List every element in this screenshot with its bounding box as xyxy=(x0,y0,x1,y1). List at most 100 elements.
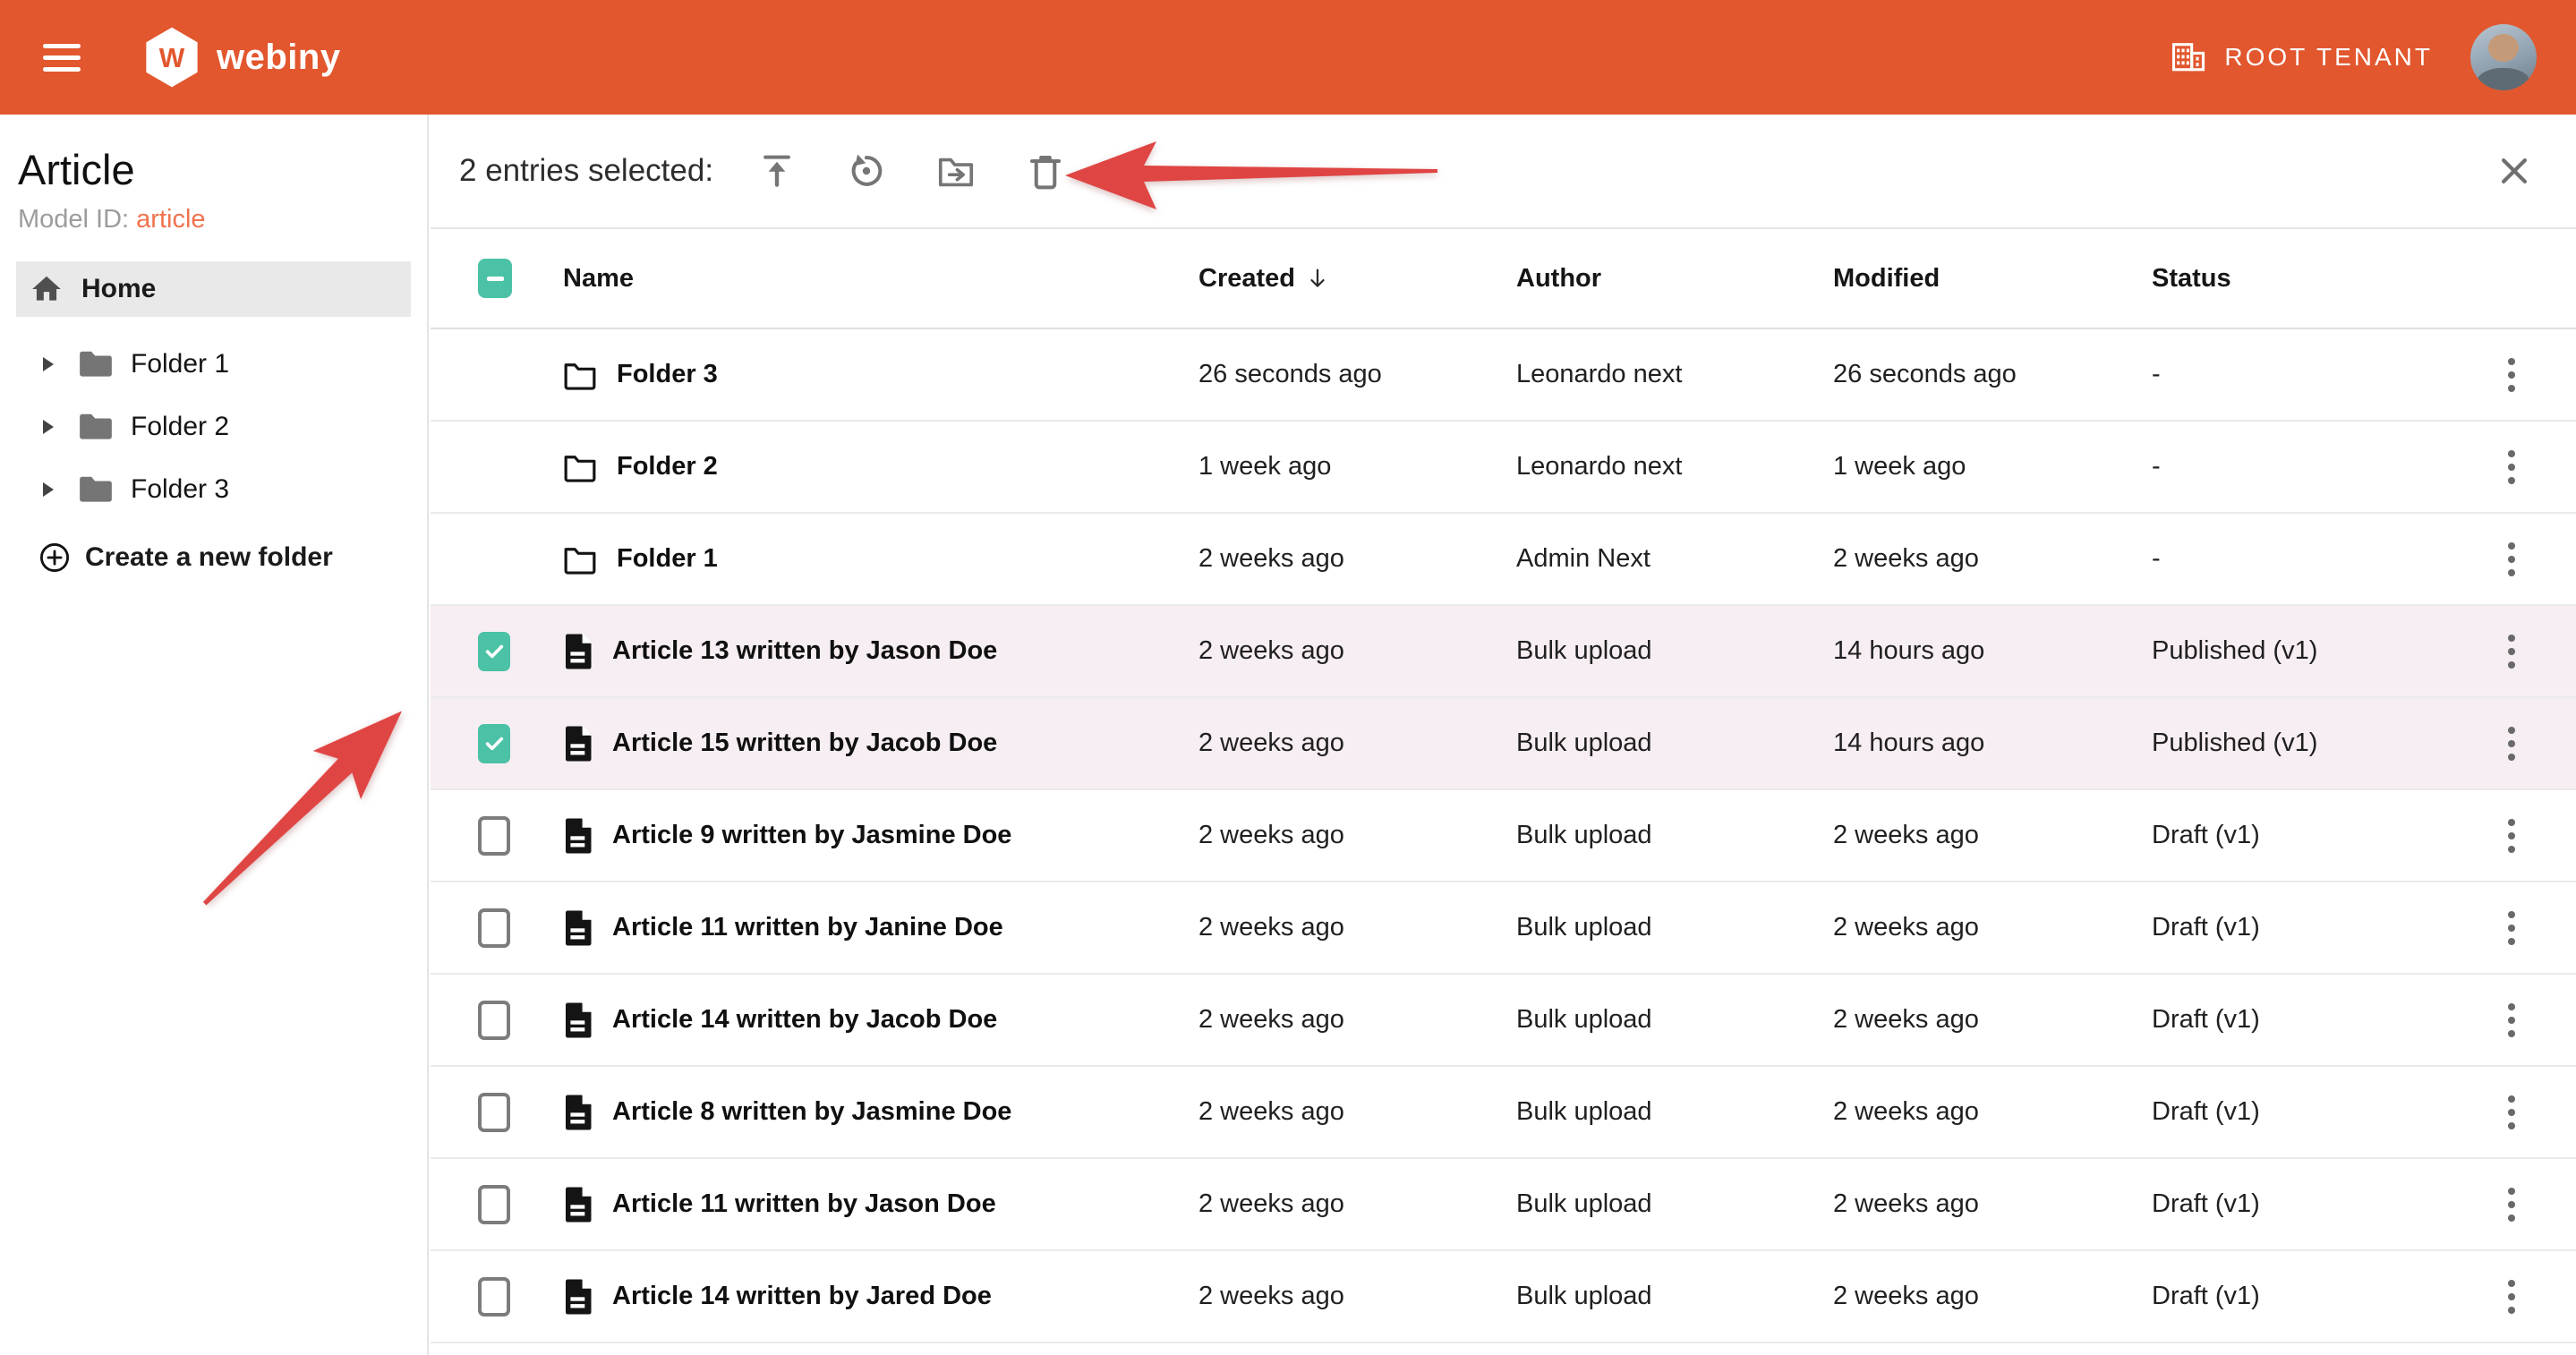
column-header-author[interactable]: Author xyxy=(1516,264,1833,294)
document-icon xyxy=(563,1278,593,1316)
sidebar-folder-item[interactable]: Folder 1 xyxy=(0,333,427,396)
sidebar-folder-item[interactable]: Folder 2 xyxy=(0,396,427,458)
row-checkbox[interactable] xyxy=(478,908,510,948)
row-name: Article 11 written by Jason Doe xyxy=(612,1189,996,1219)
cell-created: 2 weeks ago xyxy=(1198,821,1516,850)
row-checkbox[interactable] xyxy=(478,632,510,671)
cell-status: Draft (v1) xyxy=(2152,821,2447,850)
selection-count: 2 entries selected: xyxy=(459,153,713,189)
cell-status: Draft (v1) xyxy=(2152,1189,2447,1219)
plus-circle-icon xyxy=(39,542,70,573)
table-header: Name Created Author Modified Status xyxy=(431,229,2576,329)
cell-author: Leonardo next xyxy=(1516,452,1833,481)
publish-icon xyxy=(757,151,797,191)
row-menu-button[interactable] xyxy=(2501,1088,2522,1137)
row-menu-button[interactable] xyxy=(2501,351,2522,399)
sidebar-folder-item[interactable]: Folder 3 xyxy=(0,458,427,521)
row-name: Article 11 written by Janine Doe xyxy=(612,913,1003,942)
cell-status: - xyxy=(2152,360,2447,389)
move-button[interactable] xyxy=(930,145,982,197)
publish-button[interactable] xyxy=(751,145,803,197)
close-selection-button[interactable] xyxy=(2492,149,2537,193)
row-menu-button[interactable] xyxy=(2501,1180,2522,1229)
row-checkbox[interactable] xyxy=(478,1001,510,1040)
cell-modified: 14 hours ago xyxy=(1833,729,2152,758)
close-icon xyxy=(2495,152,2533,190)
table-row[interactable]: Folder 1 2 weeks ago Admin Next 2 weeks … xyxy=(431,514,2576,606)
delete-button[interactable] xyxy=(1019,145,1071,197)
home-icon xyxy=(30,272,64,306)
chevron-right-icon[interactable] xyxy=(43,357,54,371)
cell-status: Draft (v1) xyxy=(2152,913,2447,942)
cell-modified: 2 weeks ago xyxy=(1833,913,2152,942)
column-header-name[interactable]: Name xyxy=(563,264,1198,294)
row-checkbox[interactable] xyxy=(478,1277,510,1317)
row-menu-button[interactable] xyxy=(2501,627,2522,676)
row-menu-button[interactable] xyxy=(2501,443,2522,491)
table-row[interactable]: Article 9 written by Jasmine Doe 2 weeks… xyxy=(431,790,2576,882)
cell-created: 26 seconds ago xyxy=(1198,360,1516,389)
select-all-checkbox[interactable] xyxy=(478,259,512,298)
chevron-right-icon[interactable] xyxy=(43,482,54,497)
folder-icon xyxy=(77,474,115,505)
sidebar-item-home[interactable]: Home xyxy=(16,261,411,317)
webiny-logo[interactable]: W webiny xyxy=(143,26,341,89)
create-folder-button[interactable]: Create a new folder xyxy=(39,542,427,573)
cell-created: 2 weeks ago xyxy=(1198,729,1516,758)
menu-icon[interactable] xyxy=(43,44,81,72)
row-checkbox[interactable] xyxy=(478,816,510,856)
row-menu-button[interactable] xyxy=(2501,996,2522,1044)
row-name: Article 15 written by Jacob Doe xyxy=(612,729,997,758)
folder-icon xyxy=(563,544,597,575)
move-to-folder-icon xyxy=(936,151,976,191)
page-title: Article xyxy=(18,145,427,194)
column-header-created[interactable]: Created xyxy=(1198,264,1516,294)
tenant-label: ROOT TENANT xyxy=(2224,43,2433,72)
cell-created: 2 weeks ago xyxy=(1198,1189,1516,1219)
folder-label: Folder 3 xyxy=(131,474,229,505)
row-menu-button[interactable] xyxy=(2501,1273,2522,1321)
table-row[interactable]: Article 11 written by Jason Doe 2 weeks … xyxy=(431,1159,2576,1251)
model-id-label: Model ID: xyxy=(18,205,129,234)
row-menu-button[interactable] xyxy=(2501,812,2522,860)
tenant-selector[interactable]: ROOT TENANT xyxy=(2169,38,2433,77)
table-row[interactable]: Article 8 written by Jasmine Doe 2 weeks… xyxy=(431,1067,2576,1159)
cell-author: Admin Next xyxy=(1516,544,1833,574)
folder-icon xyxy=(563,360,597,390)
model-id-link[interactable]: article xyxy=(136,205,205,234)
row-checkbox[interactable] xyxy=(478,1093,510,1132)
row-checkbox[interactable] xyxy=(478,1185,510,1224)
home-label: Home xyxy=(81,274,156,304)
row-name: Folder 3 xyxy=(617,360,718,389)
cell-author: Bulk upload xyxy=(1516,821,1833,850)
table-row[interactable]: Article 14 written by Jared Doe 2 weeks … xyxy=(431,1251,2576,1343)
document-icon xyxy=(563,1186,593,1223)
table-row[interactable]: Article 13 written by Jason Doe 2 weeks … xyxy=(431,606,2576,698)
cell-author: Bulk upload xyxy=(1516,636,1833,666)
column-header-modified[interactable]: Modified xyxy=(1833,264,2152,294)
table-row[interactable]: Article 14 written by Jacob Doe 2 weeks … xyxy=(431,975,2576,1067)
document-icon xyxy=(563,725,593,763)
svg-text:W: W xyxy=(159,44,185,73)
webiny-hexagon-icon: W xyxy=(143,26,200,89)
trash-icon xyxy=(1026,151,1065,191)
row-checkbox[interactable] xyxy=(478,724,510,763)
folder-label: Folder 1 xyxy=(131,349,229,379)
row-menu-button[interactable] xyxy=(2501,535,2522,584)
table-row[interactable]: Folder 2 1 week ago Leonardo next 1 week… xyxy=(431,422,2576,514)
row-name: Article 13 written by Jason Doe xyxy=(612,636,997,666)
cell-status: Published (v1) xyxy=(2152,729,2447,758)
table-row[interactable]: Article 11 written by Janine Doe 2 weeks… xyxy=(431,882,2576,975)
row-menu-button[interactable] xyxy=(2501,904,2522,952)
cell-modified: 2 weeks ago xyxy=(1833,821,2152,850)
chevron-right-icon[interactable] xyxy=(43,420,54,434)
unpublish-button[interactable] xyxy=(840,145,892,197)
table-row[interactable]: Article 15 written by Jacob Doe 2 weeks … xyxy=(431,698,2576,790)
user-avatar[interactable] xyxy=(2470,24,2537,90)
table-row[interactable]: Folder 3 26 seconds ago Leonardo next 26… xyxy=(431,329,2576,422)
column-header-status[interactable]: Status xyxy=(2152,264,2447,294)
row-menu-button[interactable] xyxy=(2501,720,2522,768)
folder-tree: Folder 1 Folder 2 Folder 3 xyxy=(0,333,427,521)
folder-label: Folder 2 xyxy=(131,412,229,442)
table-body: Folder 3 26 seconds ago Leonardo next 26… xyxy=(431,329,2576,1343)
